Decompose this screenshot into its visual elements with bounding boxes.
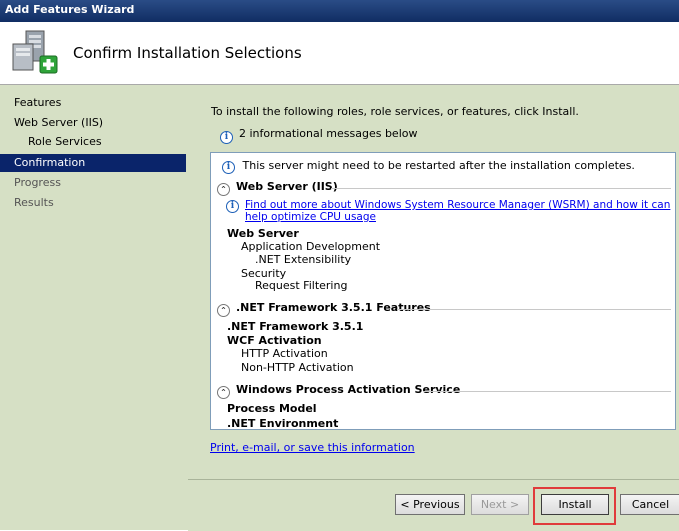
item-non-http-activation: Non-HTTP Activation: [241, 361, 354, 374]
nav-item-confirmation[interactable]: Confirmation: [0, 154, 186, 172]
section-divider: [397, 309, 671, 310]
restart-message-text: This server might need to be restarted a…: [242, 159, 635, 172]
previous-button[interactable]: < Previous: [395, 494, 465, 515]
item-process-model: Process Model: [227, 402, 317, 415]
item-request-filtering: Request Filtering: [255, 279, 348, 292]
wsrm-info: i Find out more about Windows System Res…: [226, 199, 671, 223]
intro-text: To install the following roles, role ser…: [211, 105, 579, 118]
section-title-netfx: .NET Framework 3.5.1 Features: [236, 301, 431, 314]
cancel-button[interactable]: Cancel: [620, 494, 679, 515]
info-icon: i: [222, 161, 235, 174]
section-title-iis: Web Server (IIS): [236, 180, 338, 193]
section-title-was: Windows Process Activation Service: [236, 383, 461, 396]
wizard-footer: < Previous Next > Install Cancel: [188, 479, 679, 531]
info-summary-text: 2 informational messages below: [239, 127, 418, 140]
info-icon: i: [220, 131, 233, 144]
wizard-nav: Features Web Server (IIS) Role Services …: [0, 85, 188, 530]
item-web-server: Web Server: [227, 227, 299, 240]
nav-item-web-server[interactable]: Web Server (IIS): [0, 114, 186, 132]
restart-message: i This server might need to be restarted…: [222, 159, 635, 174]
info-summary: i 2 informational messages below: [220, 127, 417, 144]
server-add-icon: [12, 30, 58, 74]
print-email-save-link[interactable]: Print, e-mail, or save this information: [210, 441, 415, 454]
selection-summary-panel[interactable]: i This server might need to be restarted…: [210, 152, 676, 430]
nav-item-results: Results: [14, 196, 54, 209]
section-divider: [331, 188, 671, 189]
info-icon: i: [226, 200, 239, 213]
collapse-icon[interactable]: ⌃: [217, 183, 230, 196]
item-http-activation: HTTP Activation: [241, 347, 328, 360]
nav-item-role-services[interactable]: Role Services: [0, 133, 186, 151]
item-net-environment: .NET Environment: [227, 417, 339, 430]
wizard-header: Confirm Installation Selections: [0, 22, 679, 85]
main-content: To install the following roles, role ser…: [188, 85, 679, 479]
item-wcf-activation: WCF Activation: [227, 334, 322, 347]
item-app-development: Application Development: [241, 240, 381, 253]
install-button[interactable]: Install: [541, 494, 609, 515]
section-divider: [423, 391, 671, 392]
section-header-iis[interactable]: ⌃ Web Server (IIS): [217, 180, 338, 196]
item-netfx-351: .NET Framework 3.5.1: [227, 320, 364, 333]
page-title: Confirm Installation Selections: [73, 44, 302, 62]
wsrm-link[interactable]: Find out more about Windows System Resou…: [245, 199, 670, 223]
collapse-icon[interactable]: ⌃: [217, 304, 230, 317]
item-net-extensibility: .NET Extensibility: [255, 253, 352, 266]
nav-item-features[interactable]: Features: [0, 94, 186, 112]
window-title-bar: Add Features Wizard: [0, 0, 679, 22]
window-title: Add Features Wizard: [5, 3, 135, 16]
nav-item-progress: Progress: [14, 176, 61, 189]
next-button: Next >: [471, 494, 529, 515]
collapse-icon[interactable]: ⌃: [217, 386, 230, 399]
